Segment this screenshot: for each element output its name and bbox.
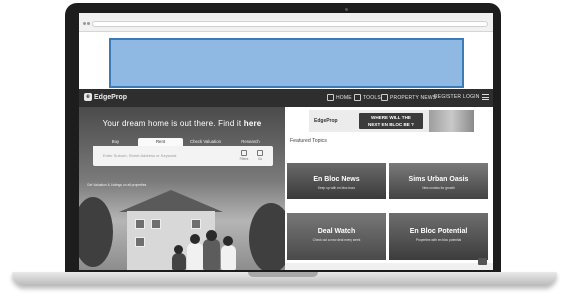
filters-label: Filters bbox=[239, 157, 249, 161]
house-window bbox=[151, 219, 161, 229]
tools-icon bbox=[354, 94, 361, 101]
person-figure bbox=[221, 245, 236, 270]
nav-login[interactable]: LOGIN bbox=[463, 94, 480, 100]
bottom-strip bbox=[285, 263, 493, 270]
nav-login-label: LOGIN bbox=[463, 94, 480, 100]
person-head bbox=[206, 230, 217, 241]
ad-banner-placeholder[interactable] bbox=[109, 38, 464, 88]
brand-logo[interactable]: e EdgeProp bbox=[84, 93, 127, 101]
webcam bbox=[345, 8, 348, 11]
hero-note: Get Valuation & Listings on all properti… bbox=[87, 183, 147, 187]
topic-subtitle: Check out a new deal every week bbox=[312, 238, 361, 242]
topic-card-deal-watch[interactable]: Deal Watch Check out a new deal every we… bbox=[287, 213, 386, 260]
window-dot-icon[interactable] bbox=[83, 22, 86, 25]
promo-banner[interactable]: EdgeProp WHERE WILL THE NEXT EN BLOC BE … bbox=[309, 110, 474, 132]
person-head bbox=[223, 236, 233, 246]
chat-icon[interactable] bbox=[478, 258, 487, 265]
logo-mark-icon: e bbox=[84, 93, 92, 101]
house-window bbox=[191, 219, 201, 229]
nav-property-news[interactable]: PROPERTY NEWS bbox=[381, 94, 436, 101]
right-panel: EdgeProp WHERE WILL THE NEXT EN BLOC BE … bbox=[285, 107, 493, 270]
hero-title-text: Your dream home is out there. Find it bbox=[102, 119, 242, 128]
topic-card-en-bloc-news[interactable]: En Bloc News Keep up with en bloc buzz bbox=[287, 163, 386, 199]
tab-buy[interactable]: Buy bbox=[93, 138, 138, 146]
search-box: Enter Suburb, Street Address or Keyword … bbox=[93, 146, 273, 166]
nav-home[interactable]: HOME bbox=[327, 94, 352, 101]
nav-register-label: REGISTER bbox=[434, 94, 462, 100]
filters-button[interactable]: Filters bbox=[237, 150, 251, 161]
topic-subtitle: Properties with en bloc potential bbox=[415, 238, 462, 242]
house-roof bbox=[119, 190, 223, 212]
nav-register[interactable]: REGISTER bbox=[434, 94, 461, 100]
promo-building-image bbox=[429, 110, 474, 132]
browser-chrome bbox=[79, 13, 493, 32]
topic-subtitle: Keep up with en bloc buzz bbox=[317, 186, 356, 190]
filter-icon bbox=[241, 150, 247, 156]
laptop-notch bbox=[248, 272, 318, 277]
tab-rent[interactable]: Rent bbox=[138, 138, 183, 146]
hero-section: Your dream home is out there. Find it he… bbox=[79, 107, 285, 270]
person-figure bbox=[203, 239, 220, 270]
brand-name: EdgeProp bbox=[94, 93, 128, 101]
nav-tools[interactable]: TOOLS bbox=[354, 94, 381, 101]
hero-title: Your dream home is out there. Find it he… bbox=[79, 119, 285, 128]
top-nav: e EdgeProp HOME TOOLS PROPERTY NEWS REGI… bbox=[79, 89, 493, 107]
person-figure bbox=[172, 253, 186, 270]
house-window bbox=[135, 219, 145, 229]
go-label: Go bbox=[257, 157, 263, 161]
topic-subtitle: New condos for growth bbox=[422, 186, 455, 190]
topic-title: Deal Watch bbox=[317, 228, 356, 235]
nav-home-label: HOME bbox=[336, 94, 352, 101]
tab-check-valuation[interactable]: Check Valuation bbox=[183, 138, 228, 146]
news-icon bbox=[381, 94, 388, 101]
hamburger-menu-icon[interactable] bbox=[482, 94, 489, 100]
home-icon bbox=[327, 94, 334, 101]
promo-headline: WHERE WILL THE NEXT EN BLOC BE ? bbox=[359, 113, 423, 129]
search-input[interactable]: Enter Suburb, Street Address or Keyword bbox=[103, 153, 176, 158]
person-head bbox=[174, 245, 183, 254]
go-button[interactable]: Go bbox=[253, 150, 267, 161]
topic-card-sims-urban-oasis[interactable]: Sims Urban Oasis New condos for growth bbox=[389, 163, 488, 199]
person-figure bbox=[187, 243, 203, 270]
house-window bbox=[135, 237, 145, 247]
nav-news-label: PROPERTY NEWS bbox=[390, 94, 437, 101]
laptop-mockup: e EdgeProp HOME TOOLS PROPERTY NEWS REGI… bbox=[0, 0, 568, 295]
promo-line-2: NEXT EN BLOC BE ? bbox=[368, 122, 414, 127]
laptop-screen: e EdgeProp HOME TOOLS PROPERTY NEWS REGI… bbox=[79, 13, 493, 270]
topic-card-en-bloc-potential[interactable]: En Bloc Potential Properties with en blo… bbox=[389, 213, 488, 260]
topic-title: En Bloc News bbox=[313, 176, 360, 183]
topic-title: Sims Urban Oasis bbox=[408, 176, 469, 183]
tree-shape bbox=[249, 203, 285, 270]
go-icon bbox=[257, 150, 263, 156]
tree-shape bbox=[79, 197, 113, 267]
topic-title: En Bloc Potential bbox=[409, 228, 468, 235]
featured-topics-label: Featured Topics bbox=[290, 138, 327, 144]
person-head bbox=[190, 234, 200, 244]
window-dot-icon[interactable] bbox=[87, 22, 90, 25]
search-tabs: Buy Rent Check Valuation Research bbox=[93, 138, 273, 146]
promo-line-1: WHERE WILL THE bbox=[371, 115, 411, 120]
promo-brand: EdgeProp bbox=[314, 118, 338, 124]
hero-title-emphasis[interactable]: here bbox=[244, 119, 262, 128]
address-bar[interactable] bbox=[92, 21, 488, 27]
nav-tools-label: TOOLS bbox=[363, 94, 381, 101]
tab-research[interactable]: Research bbox=[228, 138, 273, 146]
